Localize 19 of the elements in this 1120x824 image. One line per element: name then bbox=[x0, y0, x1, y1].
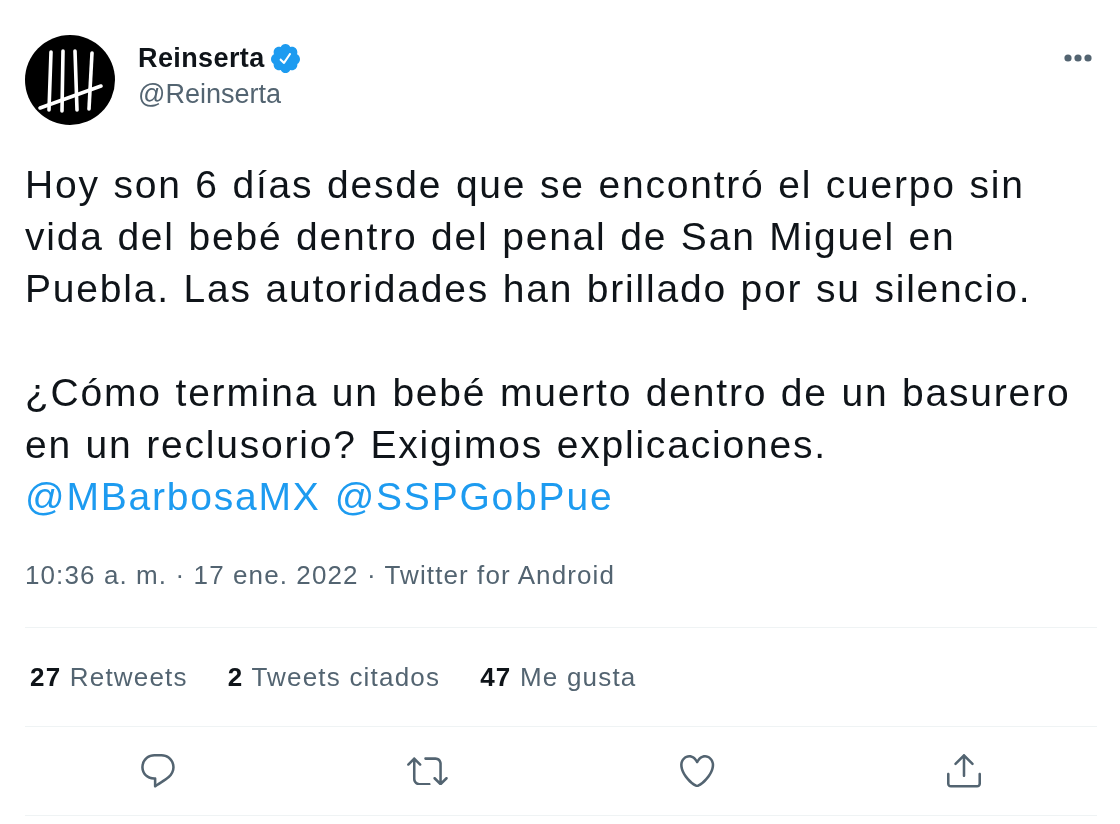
like-button[interactable] bbox=[680, 754, 715, 788]
author-handle[interactable]: @Reinserta bbox=[138, 77, 281, 111]
tweet-text: Hoy son 6 días desde que se encontró el cuerpo sin vida del bebé dentro del penal de San Miguel en Puebla. Las autoridades han brillado por su silencio. bbox=[25, 162, 1033, 312]
more-dots-icon bbox=[1064, 54, 1092, 62]
tweet-timestamp: 10:36 a. m. · 17 ene. 2022 · Twitter for Android bbox=[25, 559, 615, 591]
stat-link[interactable]: 27 Retweets bbox=[30, 661, 188, 693]
share-button[interactable] bbox=[946, 754, 981, 788]
retweet-arrows-icon bbox=[407, 756, 448, 786]
stat-link[interactable]: 2 Tweets citados bbox=[227, 661, 441, 693]
retweet-button[interactable] bbox=[407, 756, 448, 786]
share-icon bbox=[946, 754, 981, 788]
stat-link[interactable]: 47 Me gusta bbox=[480, 661, 637, 693]
reply-button[interactable] bbox=[141, 754, 175, 788]
heart-icon bbox=[680, 754, 715, 788]
author-name[interactable]: Reinserta bbox=[138, 41, 265, 75]
more-button[interactable] bbox=[1064, 54, 1092, 62]
tweet-text: ¿Cómo termina un bebé muerto dentro de un basurero en un reclusorio? Exigimos explicaciones. bbox=[25, 370, 1072, 468]
speech-bubble-icon bbox=[141, 754, 175, 788]
tally-marks-avatar-icon[interactable] bbox=[25, 35, 115, 125]
